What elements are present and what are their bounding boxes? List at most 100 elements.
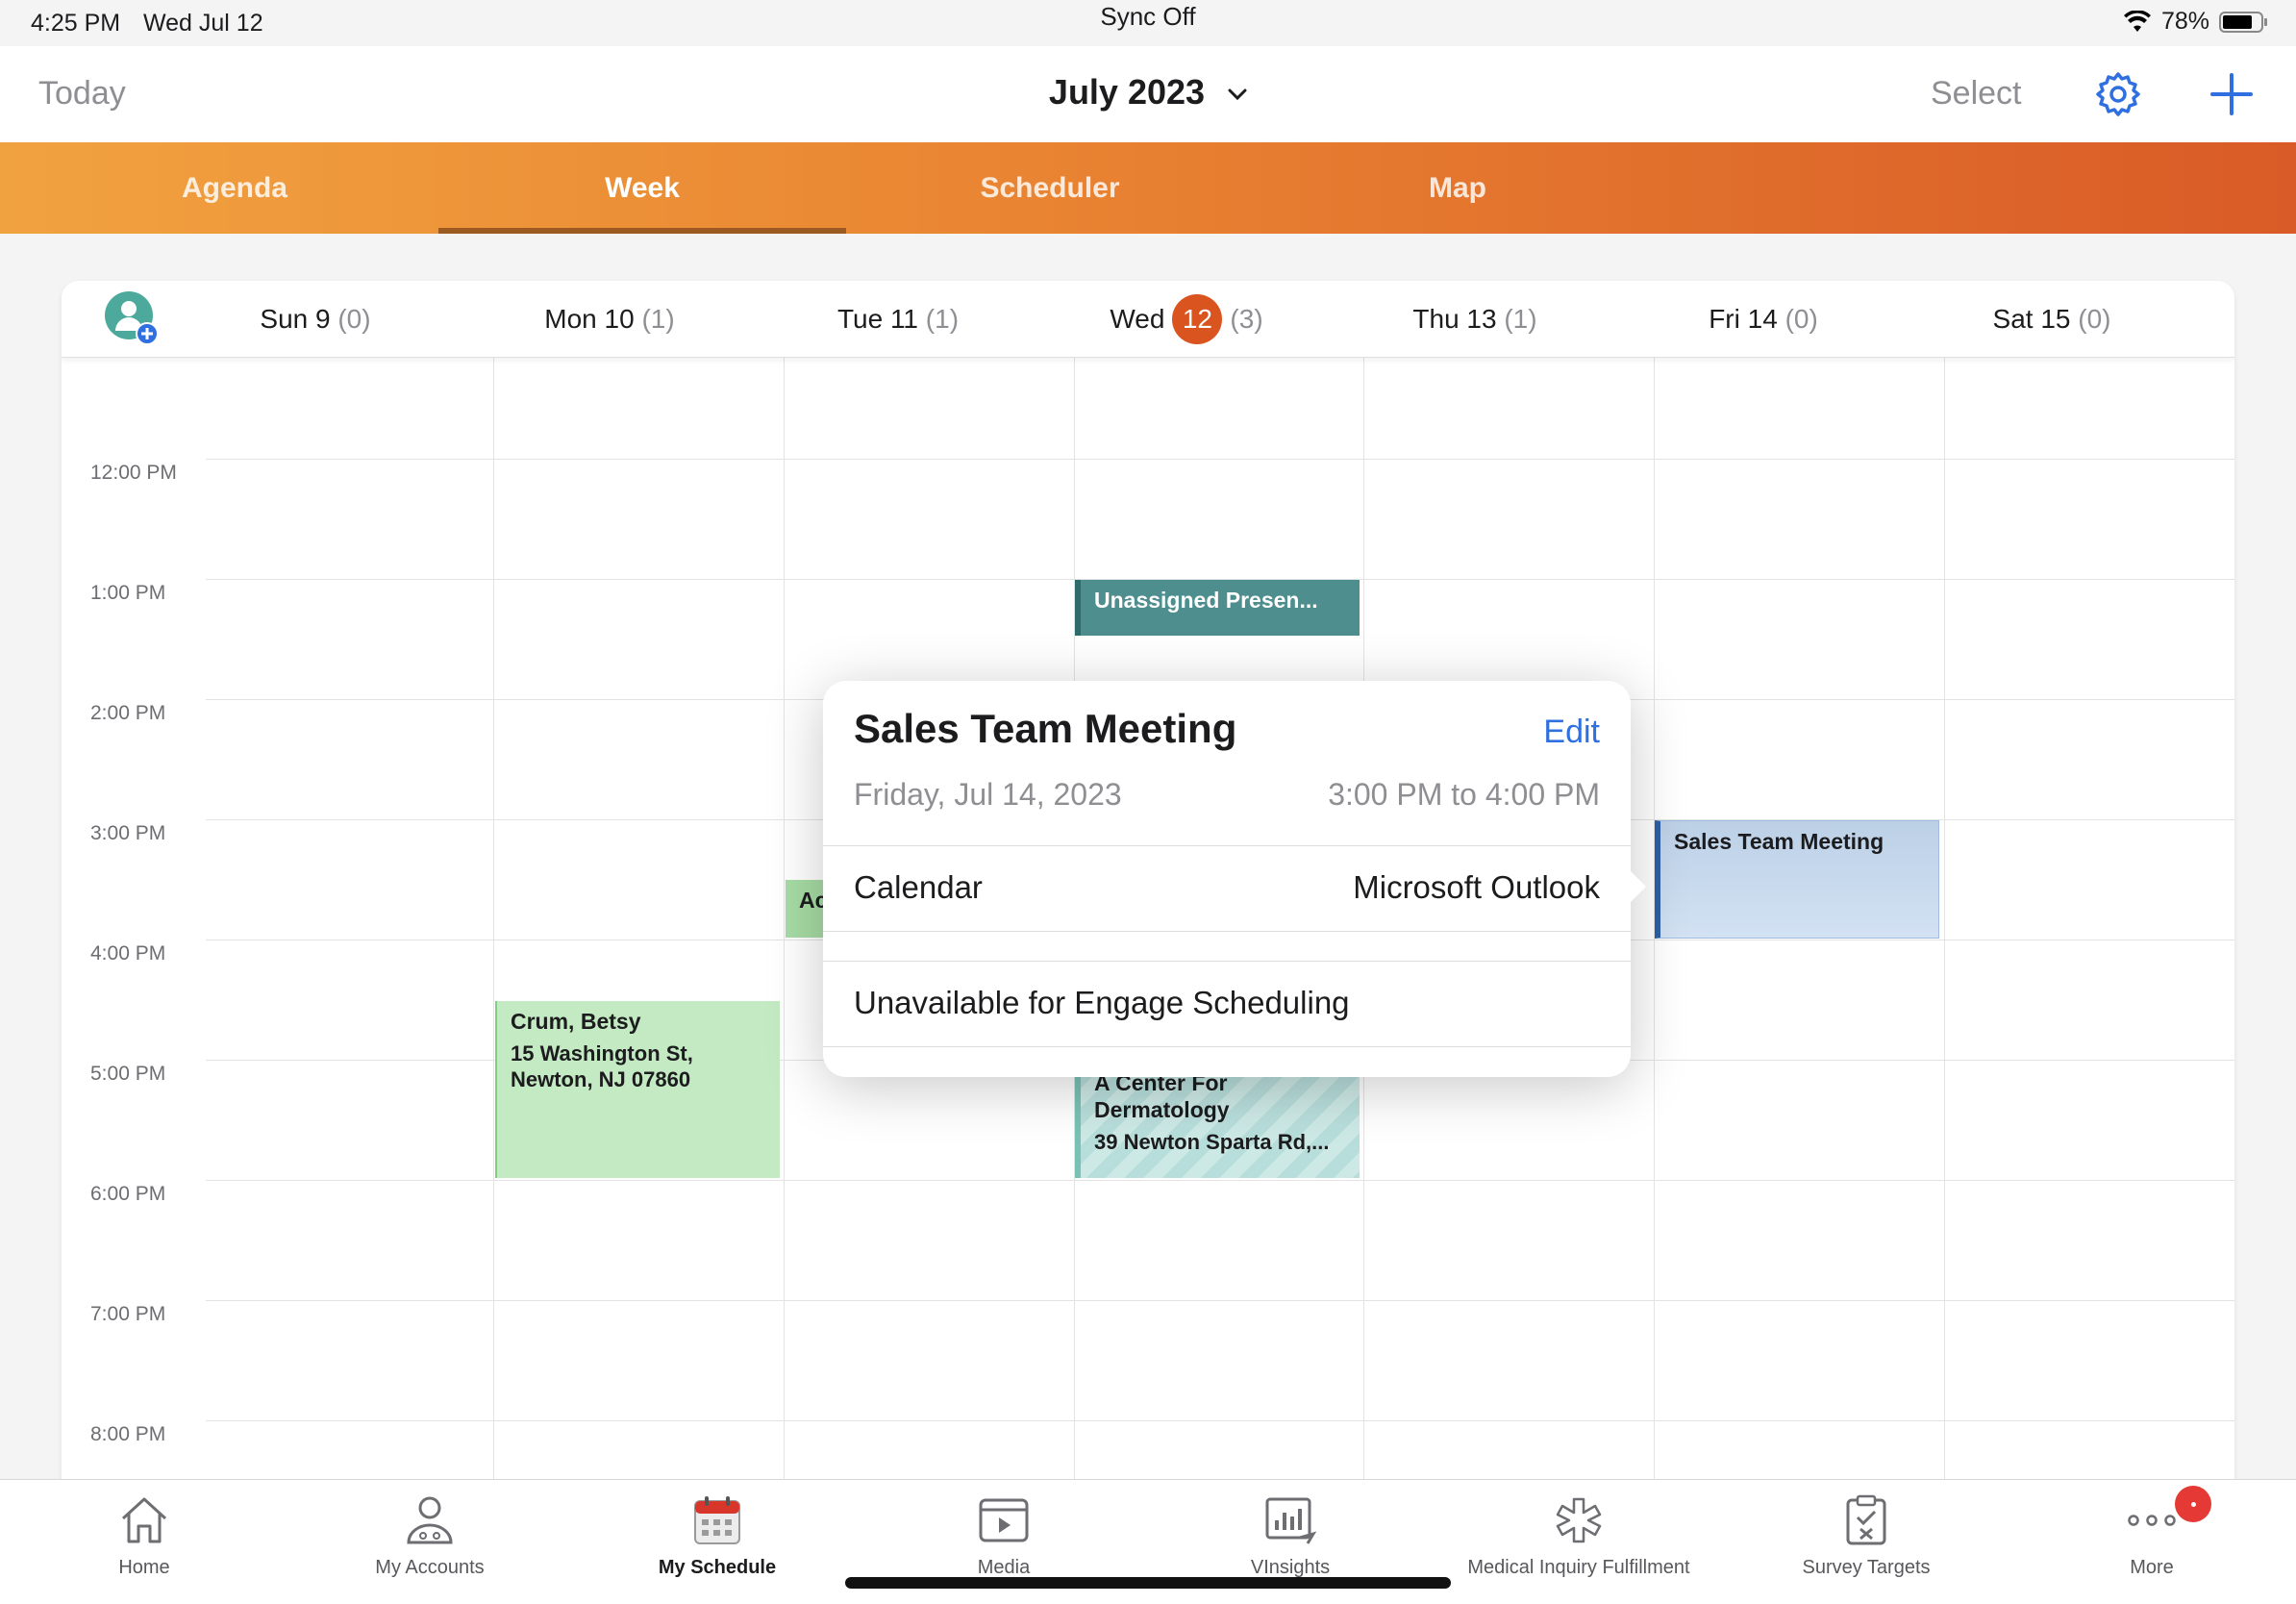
hour-label: 12:00 PM <box>90 462 177 484</box>
day-sat[interactable]: Sat 15 (0) <box>1956 281 2148 358</box>
calendar-label: Calendar <box>854 869 983 905</box>
hour-label: 3:00 PM <box>90 822 166 844</box>
day-count: (0) <box>337 304 371 334</box>
day-header: Sun 9 (0) Mon 10 (1) Tue 11 (1) Wed 12 (3)… <box>62 281 2234 358</box>
event-title: Sales Team Meeting <box>1674 829 1884 854</box>
unavailable-label: Unavailable for Engage Scheduling <box>854 985 1350 1020</box>
day-fri[interactable]: Fri 14 (0) <box>1667 281 1859 358</box>
event-address: 39 Newton Sparta Rd,... <box>1094 1130 1330 1154</box>
divider <box>823 845 1631 846</box>
home-icon <box>121 1497 167 1543</box>
sync-status: Sync Off <box>1100 2 1196 31</box>
status-right: 78% <box>2123 8 2269 36</box>
day-count: (3) <box>1230 304 1263 334</box>
tab-label: More <box>2130 1557 2174 1578</box>
divider <box>823 961 1631 962</box>
battery-percent: 78% <box>2160 8 2209 35</box>
more-dots-icon <box>2128 1515 2176 1526</box>
gear-icon[interactable] <box>2094 70 2142 118</box>
day-label: Tue 11 <box>836 304 919 334</box>
tab-week[interactable]: Week <box>438 142 846 234</box>
view-tabs: Agenda Week Scheduler Map <box>0 142 2296 234</box>
tab-my-schedule[interactable]: My Schedule <box>573 1490 861 1579</box>
home-indicator <box>845 1577 1451 1589</box>
hour-label: 6:00 PM <box>90 1183 166 1205</box>
event-center-for-dermatology[interactable]: A Center For Dermatology 39 Newton Spart… <box>1075 1069 1360 1178</box>
tab-map[interactable]: Map <box>1254 142 1661 234</box>
day-label: Wed <box>1110 304 1165 334</box>
notification-badge <box>2175 1486 2211 1522</box>
popover-time: 3:00 PM to 4:00 PM <box>1328 777 1600 812</box>
tab-label: My Schedule <box>658 1557 777 1578</box>
hour-label: 7:00 PM <box>90 1303 166 1325</box>
app-root: 4:25 PM Wed Jul 12 Sync Off 78% Today Ju… <box>0 0 2296 1604</box>
event-address: 15 Washington St, Newton, NJ 07860 <box>511 1041 693 1091</box>
event-unassigned-presentation[interactable]: Unassigned Presen... <box>1075 580 1360 636</box>
hour-label: 8:00 PM <box>90 1423 166 1445</box>
tab-medical-inquiry[interactable]: Medical Inquiry Fulfillment <box>1435 1490 1723 1579</box>
day-tue[interactable]: Tue 11 (1) <box>802 281 994 358</box>
medical-star-icon <box>1556 1497 1602 1543</box>
tab-agenda[interactable]: Agenda <box>31 142 438 234</box>
unavailable-row[interactable]: Unavailable for Engage Scheduling <box>854 985 1600 1021</box>
tab-more[interactable]: More <box>2008 1490 2296 1579</box>
popover-date: Friday, Jul 14, 2023 <box>854 777 1122 812</box>
day-count: (1) <box>1504 304 1537 334</box>
battery-icon <box>2219 11 2267 33</box>
select-button[interactable]: Select <box>1931 75 2022 113</box>
day-sun[interactable]: Sun 9 (0) <box>219 281 412 358</box>
add-attendee-icon[interactable] <box>104 290 160 346</box>
event-crum-betsy[interactable]: Crum, Betsy 15 Washington St, Newton, NJ… <box>495 1001 780 1178</box>
event-sales-team-meeting[interactable]: Sales Team Meeting <box>1655 820 1939 939</box>
tab-media[interactable]: Media <box>860 1490 1148 1579</box>
tab-label: Home <box>118 1557 170 1578</box>
tab-home[interactable]: Home <box>0 1490 288 1579</box>
popover-title: Sales Team Meeting <box>854 706 1237 751</box>
tab-vinsights[interactable]: VInsights <box>1146 1490 1435 1579</box>
tab-scheduler[interactable]: Scheduler <box>846 142 1254 234</box>
hour-label: 1:00 PM <box>90 582 166 604</box>
tab-label: Media <box>977 1557 1031 1578</box>
hour-label: 5:00 PM <box>90 1063 166 1085</box>
hour-line <box>206 459 2234 460</box>
person-icon <box>407 1496 453 1544</box>
popover-arrow <box>1627 867 1646 906</box>
hour-line <box>206 1420 2234 1421</box>
day-label: Sat 15 <box>1992 304 2071 334</box>
tab-label: VInsights <box>1250 1557 1331 1578</box>
status-bar: 4:25 PM Wed Jul 12 Sync Off 78% <box>0 0 2296 46</box>
month-label: July 2023 <box>1048 72 1206 112</box>
hour-line <box>206 1300 2234 1301</box>
edit-button[interactable]: Edit <box>1543 714 1600 751</box>
hour-label: 4:00 PM <box>90 942 166 965</box>
wifi-icon <box>2123 10 2151 32</box>
day-thu[interactable]: Thu 13 (1) <box>1379 281 1571 358</box>
today-badge: 12 <box>1172 293 1223 344</box>
calendar-value: Microsoft Outlook <box>1353 869 1600 905</box>
calendar-row: Calendar Microsoft Outlook <box>854 869 1600 906</box>
day-label: Thu 13 <box>1412 304 1497 334</box>
divider <box>823 931 1631 932</box>
divider <box>823 1046 1631 1047</box>
day-count: (1) <box>925 304 960 334</box>
event-title: Crum, Betsy <box>511 1009 641 1034</box>
plus-icon[interactable] <box>2208 70 2256 118</box>
event-title: Unassigned Presen... <box>1094 588 1318 613</box>
tab-label: My Accounts <box>375 1557 485 1578</box>
day-wed[interactable]: Wed 12 (3) <box>1081 281 1292 358</box>
tab-label: Medical Inquiry Fulfillment <box>1467 1557 1690 1578</box>
day-count: (1) <box>641 304 675 334</box>
media-player-icon <box>979 1498 1029 1542</box>
tab-survey-targets[interactable]: Survey Targets <box>1722 1490 2010 1579</box>
bar-chart-icon <box>1265 1497 1317 1544</box>
clipboard-check-icon <box>1846 1494 1886 1545</box>
day-mon[interactable]: Mon 10 (1) <box>513 281 706 358</box>
day-label: Sun 9 <box>260 304 331 334</box>
chevron-down-icon <box>1228 88 1247 101</box>
column-divider <box>784 358 785 1483</box>
calendar-icon <box>694 1496 740 1544</box>
tab-my-accounts[interactable]: My Accounts <box>286 1490 574 1579</box>
tab-label: Survey Targets <box>1802 1557 1931 1578</box>
day-count: (0) <box>1784 304 1818 334</box>
hour-label: 2:00 PM <box>90 702 166 724</box>
